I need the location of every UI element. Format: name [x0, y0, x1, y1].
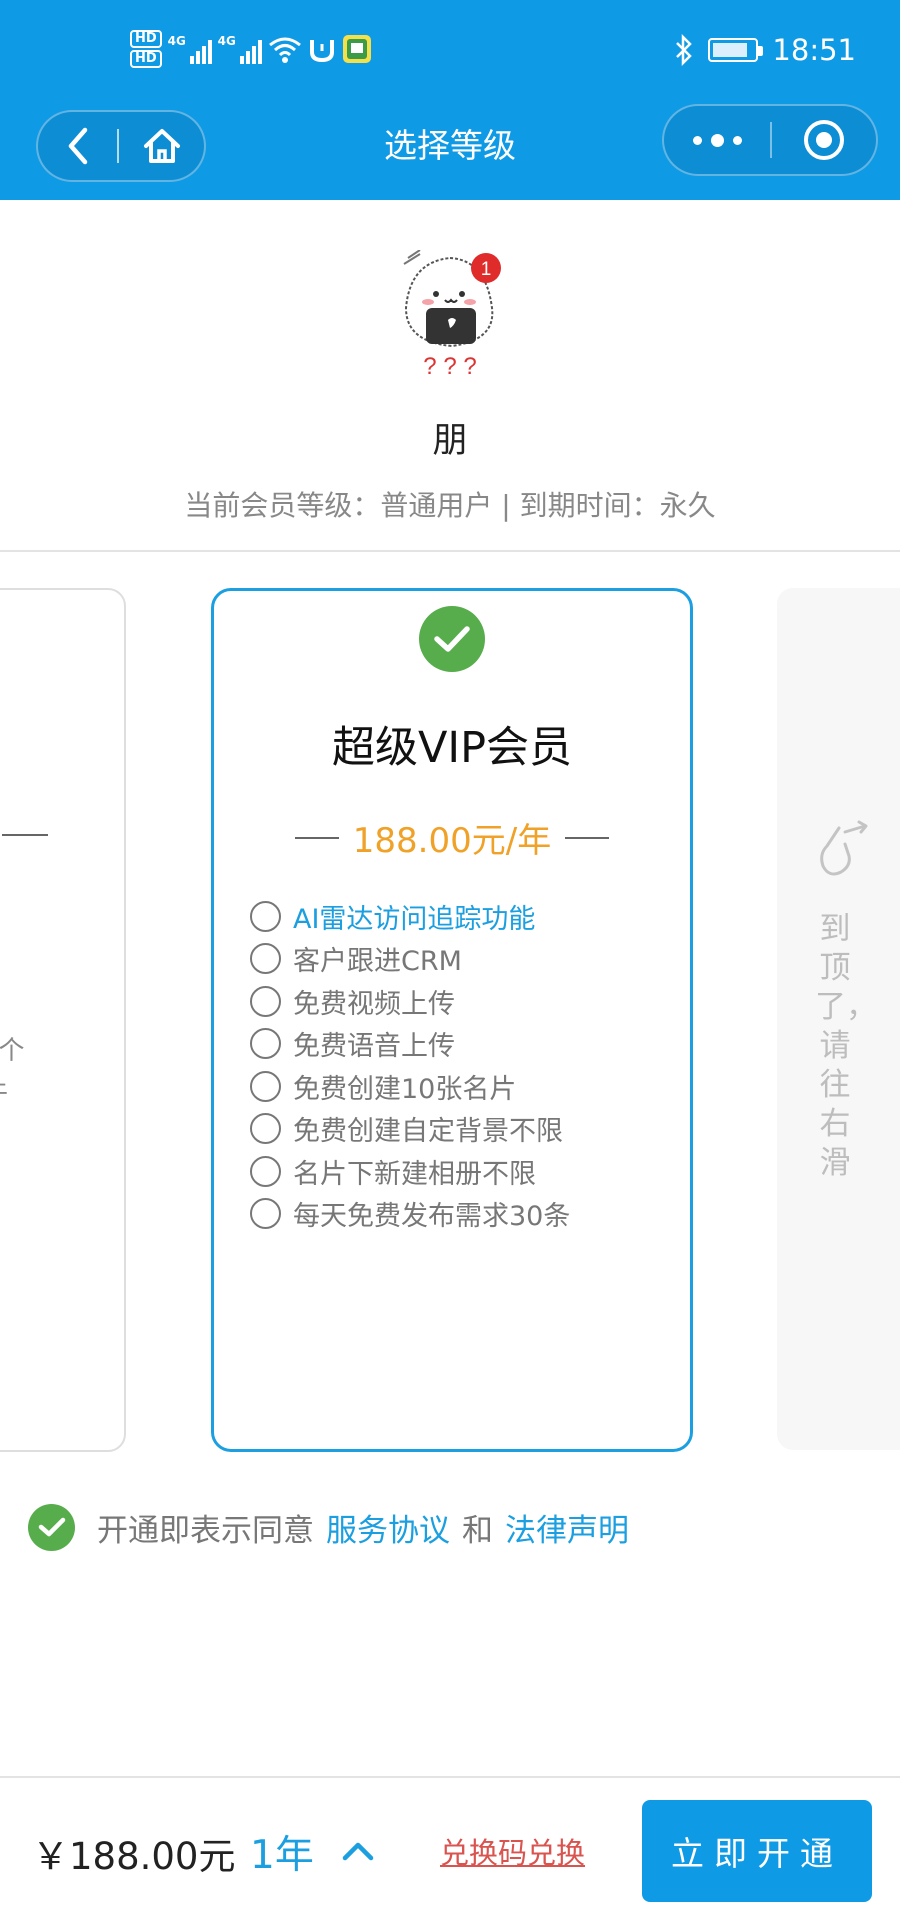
feature-item[interactable]: 名片下新建相册不限	[250, 1150, 570, 1193]
bottom-bar-divider	[0, 1776, 900, 1778]
period-selector[interactable]: 1年	[250, 1824, 314, 1880]
radio-circle-icon	[250, 1198, 281, 1230]
end-of-list-card: 到顶了，请往右滑	[777, 588, 900, 1450]
open-membership-button[interactable]: 立即开通	[642, 1800, 872, 1902]
service-agreement-link[interactable]: 服务协议	[326, 1505, 450, 1550]
hd-badge-2: HD	[130, 50, 162, 68]
feature-item[interactable]: 客户跟进CRM	[250, 938, 570, 981]
feature-label: 免费视频上传	[293, 988, 455, 1020]
battery-icon	[708, 38, 764, 62]
hd-badge-1: HD	[130, 30, 162, 48]
agreement-text: 开通即表示同意	[97, 1512, 314, 1549]
status-bar: HD HD 4G 4G 18:51	[0, 0, 900, 100]
avatar-question-marks: ? ? ?	[423, 353, 476, 380]
feature-label: 免费创建自定背景不限	[293, 1116, 563, 1148]
more-dots-icon	[732, 135, 742, 145]
nav-capsule-right	[662, 104, 878, 176]
agree-checkbox[interactable]	[28, 1503, 75, 1551]
feature-item[interactable]: 免费视频上传	[250, 980, 570, 1023]
radio-circle-icon	[250, 1070, 281, 1102]
end-of-list-hint: 到顶了，请往右滑	[815, 911, 877, 1181]
target-icon	[804, 120, 844, 160]
more-button[interactable]	[664, 104, 770, 176]
agreement-row: 开通即表示同意 服务协议 和 法律声明	[28, 1503, 641, 1551]
swipe-hand-icon	[820, 820, 868, 876]
agreement-and: 和	[462, 1512, 493, 1549]
feature-list: AI雷达访问追踪功能 客户跟进CRM 免费视频上传 免费语音上传 免费创建10张…	[250, 895, 570, 1235]
radio-circle-icon	[250, 1113, 281, 1145]
selected-check-icon	[419, 606, 485, 672]
membership-card-previous[interactable]: 0个 牛	[0, 588, 126, 1452]
battery-level	[713, 43, 748, 57]
status-left: HD HD 4G 4G	[130, 24, 372, 74]
status-time: 18:51	[772, 33, 856, 67]
feature-label: 名片下新建相册不限	[293, 1158, 536, 1190]
legal-notice-link[interactable]: 法律声明	[505, 1505, 629, 1550]
bluetooth-icon	[676, 34, 693, 66]
feature-item[interactable]: 免费创建自定背景不限	[250, 1108, 570, 1151]
close-miniprogram-button[interactable]	[772, 104, 876, 176]
price-dash	[2, 834, 48, 836]
app-header: HD HD 4G 4G 18:51 选择等级	[0, 0, 900, 200]
radio-circle-icon	[250, 943, 281, 975]
feature-item[interactable]: 每天免费发布需求30条	[250, 1193, 570, 1236]
avatar-badge-count: 1	[481, 259, 492, 280]
network-type-1: 4G	[167, 34, 186, 48]
radio-circle-icon	[250, 900, 281, 932]
membership-card-super-vip[interactable]: 超级VIP会员 188.00元/年 AI雷达访问追踪功能 客户跟进CRM 免费视…	[211, 588, 693, 1452]
price-dash	[565, 836, 610, 839]
signal-icon: 4G	[218, 34, 262, 64]
feature-label: AI雷达访问追踪功能	[293, 903, 536, 935]
hd-indicator: HD HD	[130, 29, 162, 69]
card-title: 超级VIP会员	[331, 723, 573, 773]
more-dots-icon	[692, 135, 702, 145]
price-dash	[294, 836, 339, 839]
network-type-2: 4G	[217, 34, 236, 48]
chevron-up-icon[interactable]	[340, 1833, 376, 1869]
membership-status: 当前会员等级：普通用户 | 到期时间：永久	[184, 489, 716, 522]
user-avatar: 1 ? ? ?	[403, 250, 501, 380]
feature-item[interactable]: AI雷达访问追踪功能	[250, 895, 570, 938]
section-divider	[0, 550, 900, 552]
card-fragment-text: 牛	[0, 1072, 8, 1109]
user-name: 朋	[432, 421, 468, 461]
card-price: 188.00元/年	[352, 821, 552, 861]
feature-item[interactable]: 免费创建10张名片	[250, 1065, 570, 1108]
feature-label: 免费创建10张名片	[293, 1073, 517, 1105]
total-price: ￥188.00元	[32, 1835, 236, 1878]
app-notification-icon	[342, 35, 371, 63]
signal-icon: 4G	[168, 34, 212, 64]
radio-circle-icon	[250, 1155, 281, 1187]
radio-circle-icon	[250, 985, 281, 1017]
check-icon	[38, 1517, 65, 1537]
feature-label: 每天免费发布需求30条	[293, 1201, 571, 1233]
feature-label: 免费语音上传	[293, 1031, 455, 1063]
redeem-code-link[interactable]: 兑换码兑换	[440, 1830, 585, 1872]
feature-item[interactable]: 免费语音上传	[250, 1023, 570, 1066]
wifi-icon	[268, 37, 301, 63]
alarm-icon	[309, 40, 334, 63]
card-fragment-text: 0个	[0, 1036, 25, 1066]
more-dots-icon	[710, 133, 724, 147]
status-right: 18:51	[674, 28, 856, 72]
radio-circle-icon	[250, 1028, 281, 1060]
card-price-row: 188.00元/年	[214, 813, 690, 862]
feature-label: 客户跟进CRM	[293, 946, 462, 978]
